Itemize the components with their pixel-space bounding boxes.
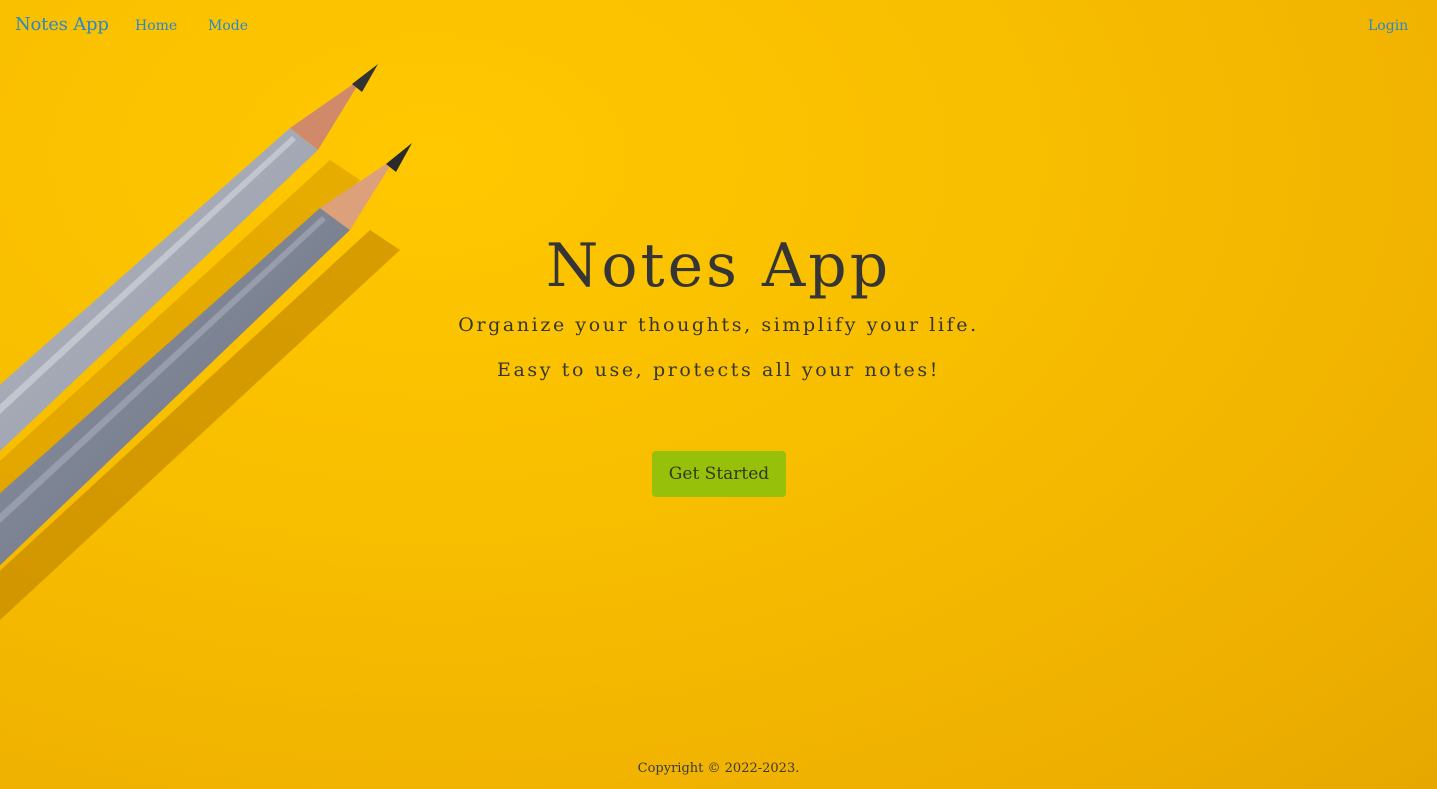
get-started-button[interactable]: Get Started <box>652 451 786 497</box>
nav-login-link[interactable]: Login <box>1368 18 1408 34</box>
hero-section: Notes App Organize your thoughts, simpli… <box>0 224 1437 383</box>
hero-subtitle: Organize your thoughts, simplify your li… <box>458 314 979 336</box>
nav-mode-link[interactable]: Mode <box>208 18 248 34</box>
hero-title: Notes App <box>545 231 892 301</box>
hero-tagline: Easy to use, protects all your notes! <box>497 359 940 381</box>
footer-copyright: Copyright © 2022-2023. <box>637 761 800 776</box>
navbar: Notes App Home Mode Login <box>0 0 1437 52</box>
brand-link[interactable]: Notes App <box>15 14 109 35</box>
nav-home-link[interactable]: Home <box>135 18 177 34</box>
